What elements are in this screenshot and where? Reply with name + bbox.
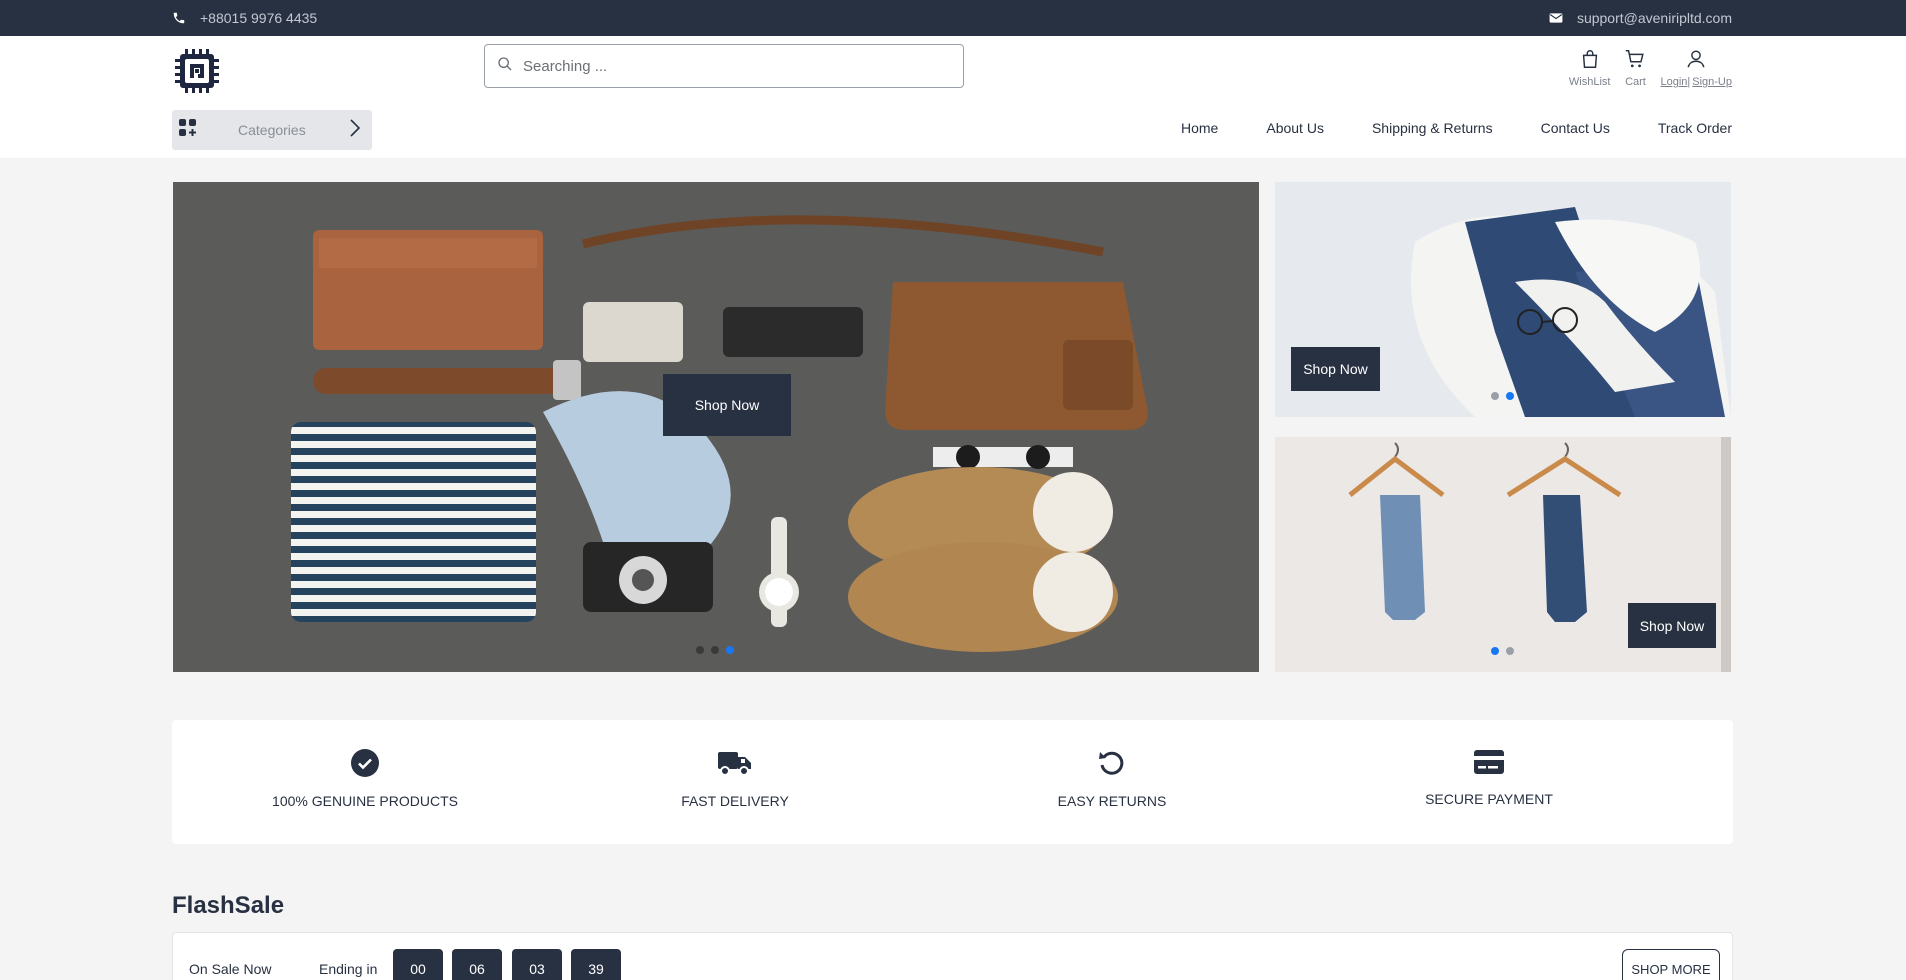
categories-button[interactable]: Categories	[172, 110, 372, 150]
nav-shipping-returns[interactable]: Shipping & Returns	[1372, 120, 1493, 136]
check-circle-icon	[350, 748, 380, 781]
grid-plus-icon	[178, 118, 198, 143]
hero-side-banner-bottom[interactable]: Shop Now	[1275, 437, 1731, 672]
carousel-dot[interactable]	[711, 646, 719, 654]
email-address: support@aveniripltd.com	[1576, 10, 1732, 26]
flash-sale-bar: On Sale Now Ending in 00 06 03 39 SHOP M…	[172, 932, 1733, 980]
site-logo[interactable]	[172, 46, 222, 96]
account-button[interactable]: Login| Sign-Up	[1660, 48, 1732, 88]
hero-main-shop-now-button[interactable]: Shop Now	[663, 374, 791, 436]
search-input[interactable]	[523, 57, 943, 75]
site-header: WishList Cart Login| Sign-Up Categories	[0, 36, 1906, 158]
feature-secure-payment: SECURE PAYMENT	[1425, 748, 1553, 807]
hero-side-banner-top[interactable]: Shop Now	[1275, 182, 1731, 417]
hero-side-top-carousel-dots	[1491, 392, 1514, 400]
on-sale-label: On Sale Now	[189, 961, 272, 977]
countdown-days: 00	[393, 949, 443, 980]
search-icon	[497, 56, 513, 77]
nav-about-us[interactable]: About Us	[1266, 120, 1324, 136]
hero-side-bottom-carousel-dots	[1491, 647, 1514, 655]
auth-links: Login| Sign-Up	[1660, 76, 1732, 88]
phone-icon	[172, 11, 186, 25]
countdown-minutes: 03	[512, 949, 562, 980]
nav-home[interactable]: Home	[1181, 120, 1218, 136]
phone-number: +88015 9976 4435	[200, 10, 318, 26]
features-strip: 100% GENUINE PRODUCTS FAST DELIVERY EASY…	[172, 720, 1733, 844]
feature-label: SECURE PAYMENT	[1425, 791, 1553, 807]
hero-main-banner[interactable]: Shop Now	[173, 182, 1259, 672]
signup-link[interactable]: Sign-Up	[1692, 76, 1732, 88]
chevron-right-icon	[350, 118, 361, 142]
header-actions: WishList Cart Login| Sign-Up	[1569, 48, 1732, 88]
countdown-hours: 06	[452, 949, 502, 980]
feature-easy-returns: EASY RETURNS	[1058, 748, 1166, 809]
cart-icon	[1624, 48, 1646, 73]
truck-icon	[717, 748, 753, 781]
cart-button[interactable]: Cart	[1624, 48, 1646, 88]
envelope-icon	[1549, 12, 1563, 24]
carousel-dot[interactable]	[1491, 392, 1499, 400]
feature-label: FAST DELIVERY	[681, 793, 789, 809]
shop-more-button[interactable]: SHOP MORE	[1622, 949, 1720, 980]
feature-genuine-products: 100% GENUINE PRODUCTS	[272, 748, 458, 809]
top-bar: +88015 9976 4435 support@aveniripltd.com	[0, 0, 1906, 36]
nav-track-order[interactable]: Track Order	[1658, 120, 1732, 136]
topbar-email[interactable]: support@aveniripltd.com	[1549, 0, 1732, 36]
shopping-bag-icon	[1579, 48, 1601, 73]
hero-side-top-shop-now-button[interactable]: Shop Now	[1291, 347, 1380, 391]
categories-label: Categories	[238, 122, 306, 138]
nav-contact-us[interactable]: Contact Us	[1541, 120, 1610, 136]
feature-label: EASY RETURNS	[1057, 793, 1167, 809]
feature-fast-delivery: FAST DELIVERY	[681, 748, 789, 809]
flash-sale-title: FlashSale	[172, 892, 285, 919]
credit-card-icon	[1473, 748, 1505, 779]
cart-label: Cart	[1625, 76, 1646, 88]
wishlist-button[interactable]: WishList	[1568, 48, 1611, 88]
rotate-ccw-icon	[1097, 748, 1127, 781]
carousel-dot[interactable]	[1506, 647, 1514, 655]
feature-label: 100% GENUINE PRODUCTS	[272, 793, 458, 809]
wishlist-label: WishList	[1568, 76, 1611, 88]
user-icon	[1685, 48, 1707, 73]
countdown-seconds: 39	[571, 949, 621, 980]
carousel-dot[interactable]	[696, 646, 704, 654]
main-nav: Home About Us Shipping & Returns Contact…	[1181, 120, 1732, 136]
ending-in-label: Ending in	[319, 961, 378, 977]
topbar-phone[interactable]: +88015 9976 4435	[172, 0, 317, 36]
carousel-dot-active[interactable]	[1506, 392, 1514, 400]
hero-main-carousel-dots	[696, 646, 734, 654]
carousel-dot-active[interactable]	[1491, 647, 1499, 655]
hero-side-bottom-shop-now-button[interactable]: Shop Now	[1628, 603, 1716, 648]
search-box	[484, 44, 964, 88]
login-link[interactable]: Login|	[1660, 76, 1690, 88]
carousel-dot-active[interactable]	[726, 646, 734, 654]
